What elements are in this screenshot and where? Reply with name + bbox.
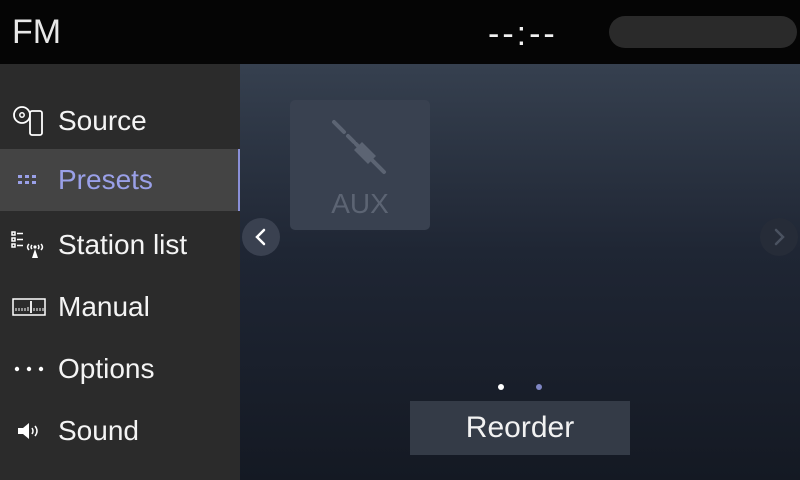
next-page-button[interactable]: [760, 218, 798, 256]
station-list-icon: [0, 230, 58, 260]
aux-cable-icon: [328, 116, 392, 180]
sidebar-item-label: Station list: [58, 229, 188, 260]
sidebar-item-options[interactable]: Options: [0, 338, 240, 400]
page-dot: [536, 384, 542, 390]
clock: --:--: [488, 15, 558, 53]
status-area: [609, 16, 797, 48]
preset-tile-label: AUX: [331, 188, 389, 219]
sidebar-item-label: Source: [58, 105, 147, 136]
top-bar: FM --:--: [0, 0, 800, 64]
page-dot-active: [498, 384, 504, 390]
sidebar-item-sound[interactable]: Sound: [0, 400, 240, 462]
sidebar-item-label: Options: [58, 353, 155, 384]
preset-tile-aux[interactable]: AUX: [290, 100, 430, 230]
previous-page-button[interactable]: [242, 218, 280, 256]
sidebar-item-label: Manual: [58, 291, 150, 322]
page-title: FM: [12, 13, 62, 51]
page-indicator: [498, 384, 542, 390]
sidebar: Source Presets Station list Manual Optio…: [0, 64, 240, 480]
presets-panel: AUX Reorder: [240, 64, 800, 480]
options-icon: [0, 365, 58, 373]
sidebar-item-label: Presets: [58, 164, 153, 195]
sidebar-item-label: Sound: [58, 415, 139, 446]
speaker-icon: [0, 421, 58, 441]
reorder-button[interactable]: Reorder: [410, 401, 630, 455]
chevron-right-icon: [774, 228, 785, 246]
sidebar-item-station-list[interactable]: Station list: [0, 214, 240, 276]
chevron-left-icon: [255, 228, 266, 246]
sidebar-item-presets[interactable]: Presets: [0, 149, 240, 211]
sidebar-item-manual[interactable]: Manual: [0, 276, 240, 338]
presets-icon: [0, 174, 58, 186]
sidebar-item-source[interactable]: Source: [0, 90, 240, 152]
source-icon: [0, 105, 58, 137]
manual-tuning-icon: [0, 298, 58, 316]
